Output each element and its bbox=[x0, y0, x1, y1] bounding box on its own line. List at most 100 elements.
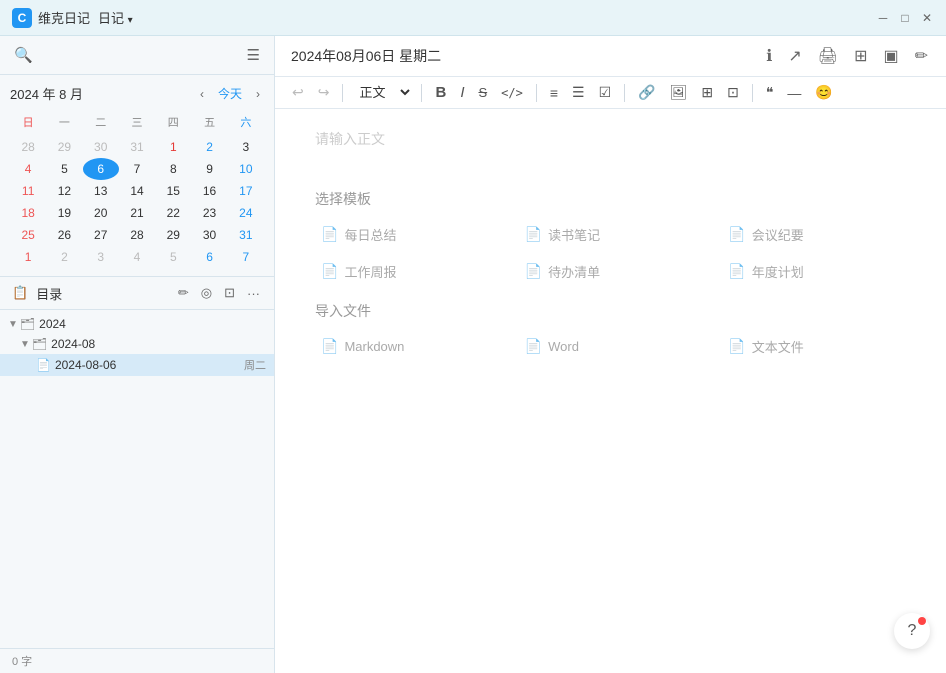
calendar-day[interactable]: 29 bbox=[155, 224, 191, 246]
calendar-day[interactable]: 30 bbox=[83, 136, 119, 158]
template-item-weekly[interactable]: 📄 工作周报 bbox=[315, 258, 499, 285]
editor-area[interactable]: 请输入正文 选择模板 📄 每日总结 📄 读书笔记 📄 会议纪要 bbox=[275, 109, 946, 673]
template-item-reading[interactable]: 📄 读书笔记 bbox=[519, 221, 703, 248]
strikethrough-button[interactable]: S bbox=[473, 82, 492, 103]
ordered-list-button[interactable]: ☰ bbox=[567, 81, 590, 104]
calendar-next-button[interactable]: › bbox=[252, 85, 264, 103]
calendar-day[interactable]: 12 bbox=[46, 180, 82, 202]
weekday-thu: 四 bbox=[155, 112, 191, 132]
calendar-day[interactable]: 13 bbox=[83, 180, 119, 202]
calendar-day[interactable]: 19 bbox=[46, 202, 82, 224]
calendar-day[interactable]: 11 bbox=[10, 180, 46, 202]
quote-button[interactable]: ❝ bbox=[761, 81, 779, 104]
grid-button[interactable]: ⊞ bbox=[852, 44, 869, 68]
undo-button[interactable]: ↩ bbox=[287, 81, 309, 104]
template-item-daily[interactable]: 📄 每日总结 bbox=[315, 221, 499, 248]
calendar-day[interactable]: 16 bbox=[191, 180, 227, 202]
calendar-day[interactable]: 27 bbox=[83, 224, 119, 246]
calendar-day[interactable]: 3 bbox=[228, 136, 264, 158]
menu-button[interactable]: ☰ bbox=[245, 44, 262, 66]
print-button[interactable]: 🖨 bbox=[816, 44, 840, 68]
divider-button[interactable]: — bbox=[782, 82, 806, 104]
directory-copy-button[interactable]: ⊡ bbox=[222, 283, 237, 303]
directory-edit-button[interactable]: ✏ bbox=[176, 283, 191, 303]
embed-button[interactable]: ⊡ bbox=[722, 81, 744, 104]
weekday-sat: 六 bbox=[228, 112, 264, 132]
calendar-day[interactable]: 6 bbox=[191, 246, 227, 268]
calendar-day[interactable]: 5 bbox=[155, 246, 191, 268]
table-button[interactable]: ⊞ bbox=[696, 81, 718, 104]
app-icon: C bbox=[12, 8, 32, 28]
diary-menu-button[interactable]: 日记 ▾ bbox=[96, 6, 135, 29]
tree-item-month[interactable]: ▼ 🗂 2024-08 bbox=[0, 334, 274, 354]
bold-button[interactable]: B bbox=[430, 81, 451, 104]
emoji-button[interactable]: 😊 bbox=[810, 81, 837, 104]
tree-expand-year: ▼ bbox=[8, 319, 18, 330]
search-button[interactable]: 🔍 bbox=[12, 44, 35, 66]
calendar-day[interactable]: 1 bbox=[155, 136, 191, 158]
close-button[interactable]: ✕ bbox=[920, 11, 934, 25]
task-list-button[interactable]: ☑ bbox=[594, 81, 617, 104]
directory-locate-button[interactable]: ◎ bbox=[199, 283, 214, 303]
italic-button[interactable]: I bbox=[455, 81, 469, 104]
image-button[interactable]: 🖼 bbox=[665, 81, 693, 104]
calendar-day[interactable]: 23 bbox=[191, 202, 227, 224]
calendar-day[interactable]: 7 bbox=[119, 158, 155, 180]
calendar-day[interactable]: 28 bbox=[10, 136, 46, 158]
unordered-list-button[interactable]: ≡ bbox=[545, 82, 563, 104]
calendar-day-today[interactable]: 6 bbox=[83, 158, 119, 180]
template-item-meeting[interactable]: 📄 会议纪要 bbox=[722, 221, 906, 248]
calendar-day[interactable]: 21 bbox=[119, 202, 155, 224]
calendar-day[interactable]: 10 bbox=[228, 158, 264, 180]
title-bar: C 维克日记 日记 ▾ ─ □ ✕ bbox=[0, 0, 946, 36]
calendar-day[interactable]: 28 bbox=[119, 224, 155, 246]
calendar-day[interactable]: 5 bbox=[46, 158, 82, 180]
import-item-word[interactable]: 📄 Word bbox=[519, 333, 703, 360]
calendar-day[interactable]: 18 bbox=[10, 202, 46, 224]
calendar-day[interactable]: 30 bbox=[191, 224, 227, 246]
calendar-day[interactable]: 20 bbox=[83, 202, 119, 224]
calendar-day[interactable]: 31 bbox=[228, 224, 264, 246]
help-button[interactable]: ? bbox=[894, 613, 930, 649]
calendar-day[interactable]: 31 bbox=[119, 136, 155, 158]
calendar-day[interactable]: 2 bbox=[46, 246, 82, 268]
calendar-day[interactable]: 29 bbox=[46, 136, 82, 158]
redo-button[interactable]: ↪ bbox=[313, 81, 335, 104]
calendar-day[interactable]: 26 bbox=[46, 224, 82, 246]
edit-button[interactable]: ✏ bbox=[913, 44, 930, 68]
calendar-today-button[interactable]: 今天 bbox=[212, 83, 248, 104]
link-button[interactable]: 🔗 bbox=[633, 81, 660, 104]
calendar-day[interactable]: 4 bbox=[119, 246, 155, 268]
code-button[interactable]: </> bbox=[496, 83, 528, 103]
format-select[interactable]: 正文 标题1 标题2 标题3 bbox=[351, 82, 413, 103]
calendar-day[interactable]: 17 bbox=[228, 180, 264, 202]
info-button[interactable]: ℹ bbox=[764, 44, 774, 68]
import-item-markdown[interactable]: 📄 Markdown bbox=[315, 333, 499, 360]
minimize-button[interactable]: ─ bbox=[876, 11, 890, 25]
calendar-prev-button[interactable]: ‹ bbox=[196, 85, 208, 103]
calendar-day[interactable]: 14 bbox=[119, 180, 155, 202]
calendar-day[interactable]: 9 bbox=[191, 158, 227, 180]
export-button[interactable]: ↗ bbox=[786, 44, 803, 68]
calendar-day[interactable]: 1 bbox=[10, 246, 46, 268]
import-item-text[interactable]: 📄 文本文件 bbox=[722, 333, 906, 360]
directory-more-button[interactable]: ··· bbox=[245, 283, 262, 303]
calendar-day[interactable]: 4 bbox=[10, 158, 46, 180]
weekday-fri: 五 bbox=[191, 112, 227, 132]
tree-item-year[interactable]: ▼ 🗂 2024 bbox=[0, 314, 274, 334]
calendar-day[interactable]: 7 bbox=[228, 246, 264, 268]
view-button[interactable]: ▣ bbox=[881, 44, 900, 68]
tree-entry-label: 2024-08-06 bbox=[55, 358, 238, 372]
template-grid: 📄 每日总结 📄 读书笔记 📄 会议纪要 📄 工作周报 bbox=[315, 221, 906, 285]
calendar-day[interactable]: 22 bbox=[155, 202, 191, 224]
calendar-day[interactable]: 8 bbox=[155, 158, 191, 180]
template-item-annual[interactable]: 📄 年度计划 bbox=[722, 258, 906, 285]
calendar-day[interactable]: 24 bbox=[228, 202, 264, 224]
calendar-day[interactable]: 2 bbox=[191, 136, 227, 158]
tree-item-entry[interactable]: 📄 2024-08-06 周二 bbox=[0, 354, 274, 376]
template-item-todo[interactable]: 📄 待办清单 bbox=[519, 258, 703, 285]
maximize-button[interactable]: □ bbox=[898, 11, 912, 25]
calendar-day[interactable]: 25 bbox=[10, 224, 46, 246]
calendar-day[interactable]: 3 bbox=[83, 246, 119, 268]
calendar-day[interactable]: 15 bbox=[155, 180, 191, 202]
